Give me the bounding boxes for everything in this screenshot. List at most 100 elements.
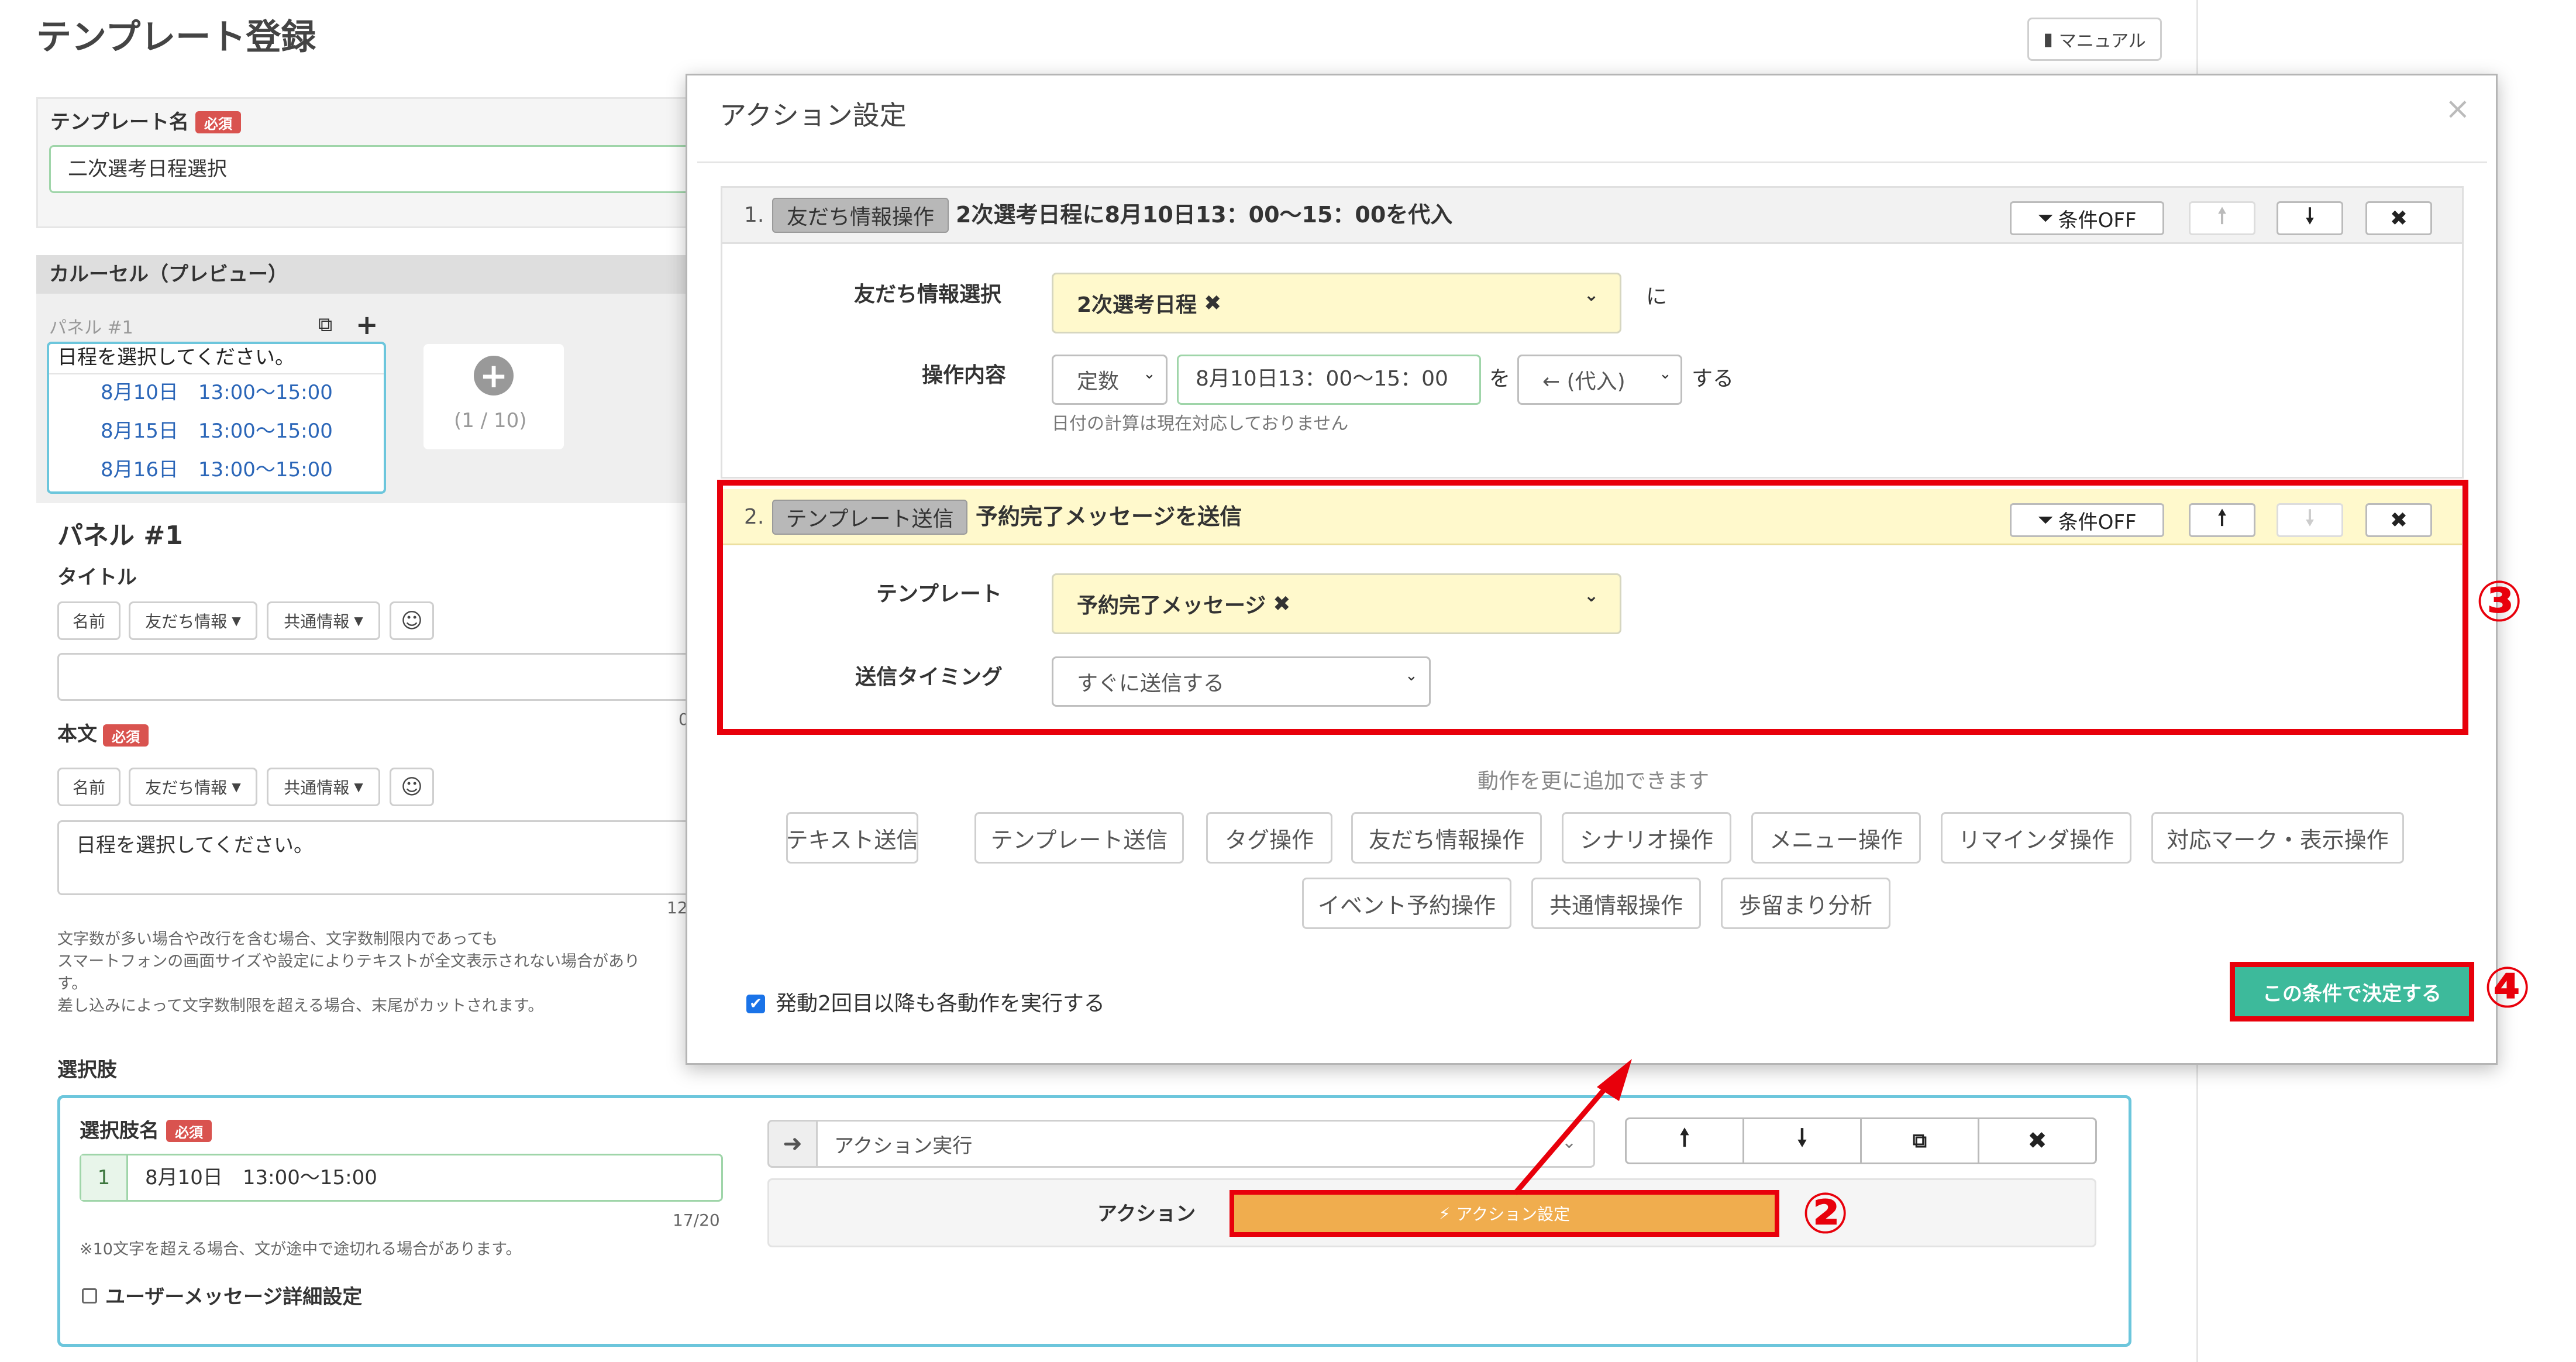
delete-button[interactable]: ✖ <box>1978 1117 2097 1164</box>
body-label: 本文 <box>57 723 97 746</box>
step2-label: ② <box>1802 1181 1850 1246</box>
add-mark-display-operation-button[interactable]: 対応マーク・表示操作 <box>2151 812 2404 864</box>
add-text-send-button[interactable]: テキスト送信 <box>786 812 918 864</box>
action1-summary: 2次選考日程に8月10日13：00〜15：00を代入 <box>956 202 1453 228</box>
book-icon: ▮ <box>2043 29 2053 50</box>
repeat-checkbox[interactable]: ✔ <box>746 995 765 1013</box>
smiley-icon: ☺ <box>401 608 423 633</box>
add-panel-counter: (1 / 10) <box>454 409 527 432</box>
op-value: 8月10日13：00〜15：00 <box>1196 367 1448 391</box>
choices-label: 選択肢 <box>57 1058 117 1082</box>
emoji-button[interactable]: ☺ <box>390 768 434 806</box>
caret-down-icon: ▼ <box>354 614 363 628</box>
preview-option: 8月16日 13:00〜15:00 <box>101 458 333 481</box>
required-badge: 必須 <box>103 724 149 747</box>
title-input[interactable] <box>57 653 738 701</box>
action-type-select[interactable]: アクション実行 <box>816 1120 1595 1168</box>
note-line: 文字数が多い場合や改行を含む場合、文字数制限内であっても <box>57 930 498 948</box>
body-textarea[interactable] <box>57 820 738 895</box>
repeat-checkbox-label: 発動2回目以降も各動作を実行する <box>776 992 1105 1016</box>
user-message-checkbox[interactable] <box>82 1288 97 1303</box>
panel-heading: パネル #1 <box>57 521 183 551</box>
insert-name-label: 名前 <box>72 778 105 797</box>
title-label: タイトル <box>57 566 137 589</box>
condition-off-button[interactable]: ⏷ 条件OFF <box>2010 201 2164 235</box>
manual-label: マニュアル <box>2058 31 2146 51</box>
add-event-reservation-button[interactable]: イベント予約操作 <box>1302 878 1511 929</box>
choice-index: 1 <box>97 1166 111 1189</box>
modal-close-icon[interactable]: × <box>2445 94 2471 124</box>
op-method-select[interactable]: ← (代入) <box>1517 355 1682 405</box>
add-tag-operation-button[interactable]: タグ操作 <box>1206 812 1332 864</box>
operation-label: 操作内容 <box>922 363 1007 387</box>
insert-common-info-button[interactable]: 共通情報 ▼ <box>267 768 380 806</box>
plus-circle-icon: + <box>474 356 514 395</box>
copy-button[interactable]: ⧉ <box>1860 1117 1979 1164</box>
confirm-button[interactable]: この条件で決定する <box>2230 962 2474 1022</box>
add-reminder-operation-button[interactable]: リマインダ操作 <box>1941 812 2131 864</box>
note-line: スマートフォンの画面サイズや設定によりテキストが全文表示されない場合があり <box>57 952 640 971</box>
friend-info-select[interactable]: 2次選考日程 ✖ <box>1052 273 1621 333</box>
insert-friend-info-label: 友だち情報 <box>145 612 228 631</box>
action1-index: 1. <box>744 203 764 227</box>
insert-common-info-button[interactable]: 共通情報 ▼ <box>267 601 380 640</box>
insert-friend-info-button[interactable]: 友だち情報 ▼ <box>129 768 257 806</box>
body-value: 日程を選択してください。 <box>76 834 314 857</box>
chevron-down-icon: ⌄ <box>1659 365 1672 383</box>
action1-move-down-button[interactable]: 🠗 <box>2277 201 2343 235</box>
preview-option: 8月10日 13:00〜15:00 <box>101 381 333 404</box>
body-counter: 12 <box>667 898 688 917</box>
add-more-label: 動作を更に追加できます <box>1478 769 1710 793</box>
add-friend-info-operation-button[interactable]: 友だち情報操作 <box>1351 812 1542 864</box>
note-line: 差し込みによって文字数制限を超える場合、末尾がカットされます。 <box>57 997 544 1015</box>
required-badge: 必須 <box>195 111 241 133</box>
step4-label: ④ <box>2484 955 2532 1020</box>
copy-icon: ⧉ <box>1912 1129 1927 1153</box>
filter-icon: ⏷ <box>2037 207 2054 230</box>
page-title: テンプレート登録 <box>36 17 316 58</box>
choice-value: 8月10日 13:00〜15:00 <box>145 1166 377 1189</box>
op-type-value: 定数 <box>1077 370 1120 394</box>
copy-icon[interactable]: ⧉ <box>318 315 332 335</box>
close-icon: ✖ <box>2389 206 2408 231</box>
action-type-value: アクション実行 <box>834 1134 973 1158</box>
action1-move-up-button[interactable]: 🠕 <box>2189 201 2255 235</box>
action1-tag: 友だち情報操作 <box>772 198 949 233</box>
emoji-button[interactable]: ☺ <box>390 601 434 640</box>
chevron-down-icon: ⌄ <box>1143 365 1156 383</box>
move-down-button[interactable]: 🠗 <box>1742 1117 1862 1164</box>
insert-name-button[interactable]: 名前 <box>57 601 120 640</box>
add-icon[interactable]: + <box>356 311 378 338</box>
suru-label: する <box>1692 367 1734 391</box>
insert-friend-info-button[interactable]: 友だち情報 ▼ <box>129 601 257 640</box>
note-line: す。 <box>57 975 88 993</box>
friend-info-label: 友だち情報選択 <box>854 283 1002 307</box>
arrow-up-icon: 🠕 <box>2217 204 2227 228</box>
insert-friend-info-label: 友だち情報 <box>145 778 228 797</box>
close-icon: ✖ <box>2027 1127 2047 1154</box>
choice-index-box: 1 <box>81 1155 128 1200</box>
template-name-value: 二次選考日程選択 <box>68 157 227 181</box>
choice-name-label: 選択肢名 <box>80 1119 159 1143</box>
add-common-info-operation-button[interactable]: 共通情報操作 <box>1531 878 1701 929</box>
remove-icon[interactable]: ✖ <box>1204 291 1221 315</box>
insert-name-button[interactable]: 名前 <box>57 768 120 806</box>
friend-info-value: 2次選考日程 <box>1077 293 1197 317</box>
manual-button[interactable]: ▮ マニュアル <box>2027 18 2162 61</box>
add-scenario-operation-button[interactable]: シナリオ操作 <box>1562 812 1731 864</box>
bolt-icon: ⚡ <box>1438 1203 1451 1223</box>
wo-label: を <box>1489 367 1511 391</box>
smiley-icon: ☺ <box>401 775 423 799</box>
arrow-down-icon: 🠗 <box>2305 204 2315 228</box>
action1-delete-button[interactable]: ✖ <box>2365 201 2432 235</box>
add-yield-analysis-button[interactable]: 歩留まり分析 <box>1721 878 1890 929</box>
panel-small-label: パネル #1 <box>49 318 133 338</box>
modal-title: アクション設定 <box>719 99 907 131</box>
preview-divider <box>49 373 384 374</box>
caret-down-icon: ▼ <box>232 614 241 628</box>
add-template-send-button[interactable]: テンプレート送信 <box>974 812 1184 864</box>
carousel-header: カルーセル（プレビュー） <box>49 263 288 286</box>
choice-note: ※10文字を超える場合、文が途中で途切れる場合があります。 <box>80 1240 522 1258</box>
add-menu-operation-button[interactable]: メニュー操作 <box>1751 812 1921 864</box>
template-name-label: テンプレート名 <box>50 111 189 134</box>
